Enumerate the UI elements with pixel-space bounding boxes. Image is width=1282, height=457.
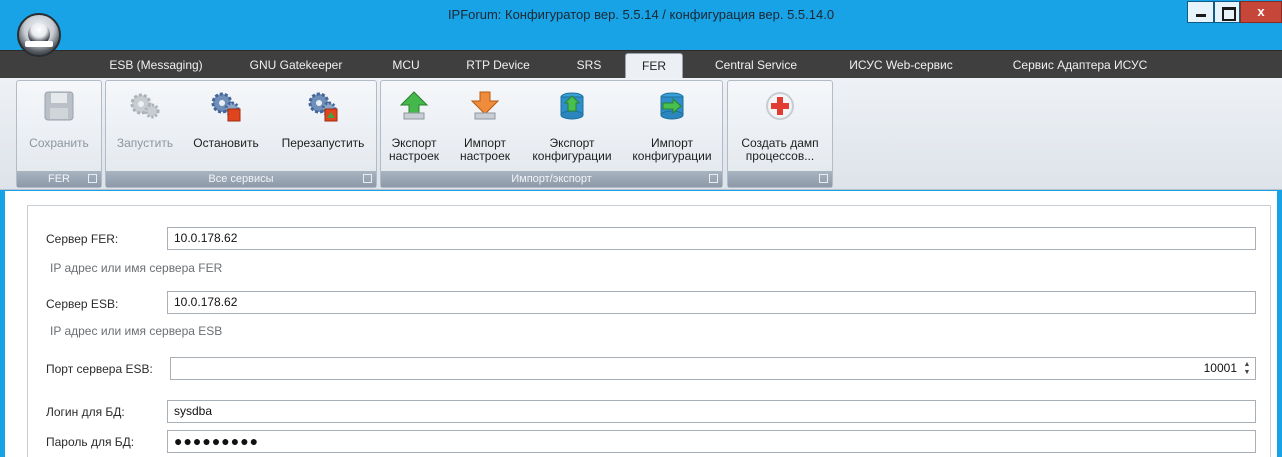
window-right-border: [1277, 191, 1282, 457]
group-caption-all-services: Все сервисы: [106, 171, 376, 187]
import-settings-line2: настроек: [459, 149, 511, 163]
start-button[interactable]: Запустить: [106, 83, 184, 167]
db-login-label: Логин для БД:: [46, 405, 125, 419]
start-label: Запустить: [116, 136, 174, 150]
export-settings-line2: настроек: [388, 149, 440, 163]
tab-isus-adapter-service[interactable]: Сервис Адаптера ИСУС: [990, 53, 1170, 79]
tab-central-service[interactable]: Central Service: [696, 53, 816, 79]
spin-arrows-icon[interactable]: ▲ ▼: [1242, 361, 1252, 377]
window-title: IPForum: Конфигуратор вер. 5.5.14 / конф…: [447, 7, 835, 22]
import-config-line2: конфигурации: [632, 149, 712, 163]
gears-start-icon: [130, 93, 160, 119]
maximize-button[interactable]: [1214, 1, 1240, 23]
floppy-disk-icon: [44, 91, 74, 121]
esb-server-hint: IP адрес или имя сервера ESB: [50, 324, 223, 338]
fer-server-hint: IP адрес или имя сервера FER: [50, 261, 223, 275]
stop-button[interactable]: Остановить: [180, 83, 272, 167]
esb-port-stepper[interactable]: 10001 ▲ ▼: [170, 357, 1256, 380]
export-config-line2: конфигурации: [532, 149, 612, 163]
stop-label: Остановить: [193, 136, 259, 150]
save-label: Сохранить: [29, 136, 89, 150]
fer-server-label: Сервер FER:: [46, 232, 119, 246]
tab-fer[interactable]: FER: [625, 53, 683, 79]
medical-cross-icon: [766, 92, 794, 120]
fer-server-input[interactable]: 10.0.178.62: [167, 227, 1256, 250]
db-password-input[interactable]: ●●●●●●●●●: [167, 430, 1256, 453]
tab-mcu[interactable]: MCU: [380, 53, 432, 79]
gears-stop-icon: [211, 92, 241, 122]
export-settings-button[interactable]: Экспорт настроек: [381, 83, 447, 167]
dialog-launcher-icon[interactable]: [363, 174, 372, 183]
restart-label: Перезапустить: [281, 136, 365, 150]
export-config-button[interactable]: Экспорт конфигурации: [521, 83, 623, 167]
ribbon-group-fer: Сохранить FER: [16, 80, 102, 188]
restart-button[interactable]: Перезапустить: [271, 83, 375, 167]
esb-server-input[interactable]: 10.0.178.62: [167, 291, 1256, 314]
window-left-border: [0, 191, 5, 457]
esb-port-value: 10001: [1203, 361, 1237, 375]
ribbon-panel: Сохранить FER Запустить Остановить Перез…: [0, 78, 1282, 190]
export-arrow-icon: [399, 91, 429, 120]
import-settings-button[interactable]: Импорт настроек: [449, 83, 521, 167]
create-dump-button[interactable]: Создать дамп процессов...: [728, 83, 832, 167]
minimize-button[interactable]: [1187, 1, 1214, 23]
app-menu-orb-icon[interactable]: [17, 13, 61, 57]
tab-gnu-gatekeeper[interactable]: GNU Gatekeeper: [232, 53, 360, 79]
tab-rtp-device[interactable]: RTP Device: [452, 53, 544, 79]
tab-srs[interactable]: SRS: [566, 53, 612, 79]
dialog-launcher-icon[interactable]: [709, 174, 718, 183]
ribbon-group-dump: Создать дамп процессов...: [727, 80, 833, 188]
gears-restart-icon: [308, 92, 338, 122]
title-bar: IPForum: Конфигуратор вер. 5.5.14 / конф…: [0, 0, 1282, 30]
group-caption-fer: FER: [17, 171, 101, 187]
esb-port-label: Порт сервера ESB:: [46, 362, 153, 376]
ribbon-group-import-export: Экспорт настроек Импорт настроек Экспорт…: [380, 80, 723, 188]
create-dump-line2: процессов...: [745, 149, 815, 163]
import-arrow-icon: [470, 91, 500, 120]
import-db-icon: [660, 92, 684, 120]
group-caption-dump: [728, 171, 832, 187]
export-db-icon: [560, 92, 584, 120]
close-button[interactable]: x: [1240, 1, 1282, 23]
tab-esb-messaging[interactable]: ESB (Messaging): [95, 53, 217, 79]
app-window: IPForum: Конфигуратор вер. 5.5.14 / конф…: [0, 0, 1282, 457]
save-button[interactable]: Сохранить: [17, 83, 101, 167]
db-password-label: Пароль для БД:: [46, 435, 135, 449]
group-caption-import-export: Импорт/экспорт: [381, 171, 722, 187]
dialog-launcher-icon[interactable]: [88, 174, 97, 183]
esb-server-label: Сервер ESB:: [46, 297, 119, 311]
ribbon-group-all-services: Запустить Остановить Перезапустить Все с…: [105, 80, 377, 188]
import-config-button[interactable]: Импорт конфигурации: [624, 83, 720, 167]
ribbon-tabs-bar: ESB (Messaging) GNU Gatekeeper MCU RTP D…: [0, 50, 1282, 79]
dialog-launcher-icon[interactable]: [819, 174, 828, 183]
db-login-input[interactable]: sysdba: [167, 400, 1256, 423]
tab-isus-web-service[interactable]: ИСУС Web-сервис: [830, 53, 972, 79]
